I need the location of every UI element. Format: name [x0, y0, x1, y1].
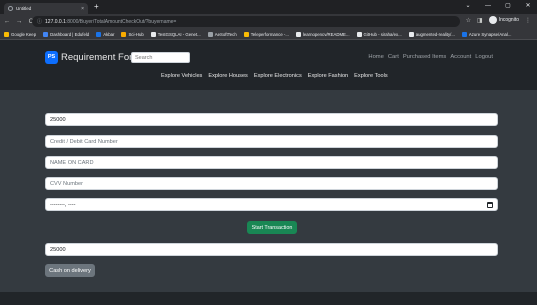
bookmark-favicon-icon	[150, 31, 156, 37]
cvv-input[interactable]	[45, 177, 498, 190]
nav-link-logout[interactable]: Logout	[475, 52, 493, 63]
bookmark-item[interactable]: TestGSQLAI - Genet...	[150, 31, 201, 37]
bookmark-label: augmented-reality/...	[415, 31, 455, 37]
bookmark-favicon-icon	[408, 31, 414, 37]
brand-logo[interactable]: PS	[45, 51, 58, 64]
start-transaction-button[interactable]: Start Transaction	[247, 221, 297, 234]
bookmark-star-icon[interactable]: ☆	[466, 17, 471, 24]
bookmark-item[interactable]: augmented-reality/...	[408, 31, 455, 37]
page-content: PS Requirement For Rent Home Cart Purcha…	[0, 40, 537, 305]
toolbar-right: ☆ ◨ Incognito ⋮	[466, 16, 531, 24]
minimize-button[interactable]: —	[483, 1, 493, 11]
bookmark-favicon-icon	[96, 31, 102, 37]
bookmark-favicon-icon	[4, 31, 9, 37]
nav-link-explore-vehicles[interactable]: Explore Vehicles	[161, 73, 202, 79]
name-on-card-input[interactable]	[45, 156, 498, 169]
bookmark-label: GitHub - siraha/ex...	[363, 31, 402, 37]
bookmark-item[interactable]: Teleperformance -...	[243, 31, 289, 37]
window-controls: ⌄ — ▢ ✕	[463, 1, 533, 11]
bookmark-favicon-icon	[43, 31, 49, 37]
info-icon[interactable]: ⓘ	[37, 18, 42, 25]
bookmark-label: AeSoftTech	[214, 31, 237, 37]
url-path: :8000/Buyer/TotalAmountCheckOut/?buyerna…	[65, 18, 177, 25]
account-links: Home Cart Purchased Items Account Logout	[368, 52, 493, 63]
nav-link-home[interactable]: Home	[368, 52, 383, 63]
maximize-button[interactable]: ▢	[503, 1, 513, 11]
bookmark-item[interactable]: Sci-Hub	[121, 31, 144, 37]
browser-toolbar: ← → C ⓘ 127.0.0.1 :8000/Buyer/TotalAmoun…	[0, 14, 537, 29]
cash-on-delivery-button[interactable]: Cash on delivery	[45, 264, 95, 277]
browser-tab[interactable]: Untitled ×	[4, 3, 88, 14]
site-search-input[interactable]	[131, 52, 190, 63]
bookmark-label: Sci-Hub	[128, 31, 144, 37]
nav-link-purchased-items[interactable]: Purchased Items	[403, 52, 447, 63]
bookmark-favicon-icon	[356, 31, 362, 37]
bookmark-label: learnopencv/README...	[302, 31, 350, 37]
forward-button[interactable]: →	[14, 18, 24, 25]
date-mask: --------, ----	[50, 201, 76, 208]
bookmarks-bar: Google Keep Dashboard | Edufeld Akbar Sci-H…	[0, 29, 537, 40]
tab-search-icon[interactable]: ⌄	[463, 1, 473, 11]
bookmark-item[interactable]: learnopencv/README...	[295, 31, 350, 37]
url-host: 127.0.0.1	[45, 18, 66, 25]
bookmark-favicon-icon	[461, 31, 467, 37]
bookmark-label: Dashboard | Edufeld	[50, 31, 90, 37]
bookmark-favicon-icon	[121, 31, 127, 37]
nav-link-cart[interactable]: Cart	[388, 52, 399, 63]
card-number-input[interactable]	[45, 135, 498, 148]
bookmark-label: Google Keep	[11, 31, 37, 37]
amount-input[interactable]	[45, 113, 498, 126]
nav-link-account[interactable]: Account	[450, 52, 471, 63]
incognito-icon	[488, 16, 497, 24]
bookmark-item[interactable]: AeSoftTech	[207, 31, 237, 37]
close-tab-icon[interactable]: ×	[81, 6, 84, 12]
new-tab-button[interactable]: +	[94, 2, 99, 12]
bookmark-favicon-icon	[243, 31, 249, 37]
footer	[0, 292, 537, 305]
nav-link-explore-electronics[interactable]: Explore Electronics	[254, 73, 302, 79]
bookmark-item[interactable]: Dashboard | Edufeld	[43, 31, 90, 37]
bookmark-item[interactable]: GitHub - siraha/ex...	[356, 31, 402, 37]
bookmark-label: Azure Synapse/Anal...	[468, 31, 512, 37]
globe-icon	[8, 6, 13, 11]
side-panel-icon[interactable]: ◨	[477, 17, 483, 24]
browser-menu-icon[interactable]: ⋮	[525, 17, 531, 24]
bookmark-favicon-icon	[295, 31, 301, 37]
amount-input-2[interactable]	[45, 243, 498, 256]
bookmark-favicon-icon	[207, 31, 213, 37]
calendar-icon[interactable]	[487, 201, 493, 208]
back-button[interactable]: ←	[2, 18, 12, 25]
bookmark-item[interactable]: Azure Synapse/Anal...	[461, 31, 512, 37]
incognito-label: Incognito	[498, 17, 519, 23]
browser-tab-strip: Untitled × + ⌄ — ▢ ✕	[0, 0, 537, 14]
bookmark-label: Akbar	[103, 31, 115, 37]
incognito-indicator[interactable]: Incognito	[488, 16, 519, 24]
bookmark-item[interactable]: Google Keep	[4, 31, 37, 37]
site-navbar: PS Requirement For Rent Home Cart Purcha…	[0, 40, 537, 90]
nav-link-explore-fashion[interactable]: Explore Fashion	[308, 73, 348, 79]
address-bar[interactable]: ⓘ 127.0.0.1 :8000/Buyer/TotalAmountCheck…	[32, 16, 460, 27]
nav-link-explore-houses[interactable]: Explore Houses	[208, 73, 248, 79]
close-window-button[interactable]: ✕	[523, 1, 533, 11]
explore-links: Explore Vehicles Explore Houses Explore …	[161, 73, 388, 79]
expiry-date-input[interactable]: --------, ----	[45, 198, 498, 211]
nav-link-explore-tools[interactable]: Explore Tools	[354, 73, 387, 79]
bookmark-item[interactable]: Akbar	[96, 31, 115, 37]
tab-title: Untitled	[16, 6, 32, 11]
bookmark-label: TestGSQLAI - Genet...	[157, 31, 201, 37]
bookmark-label: Teleperformance -...	[250, 31, 289, 37]
